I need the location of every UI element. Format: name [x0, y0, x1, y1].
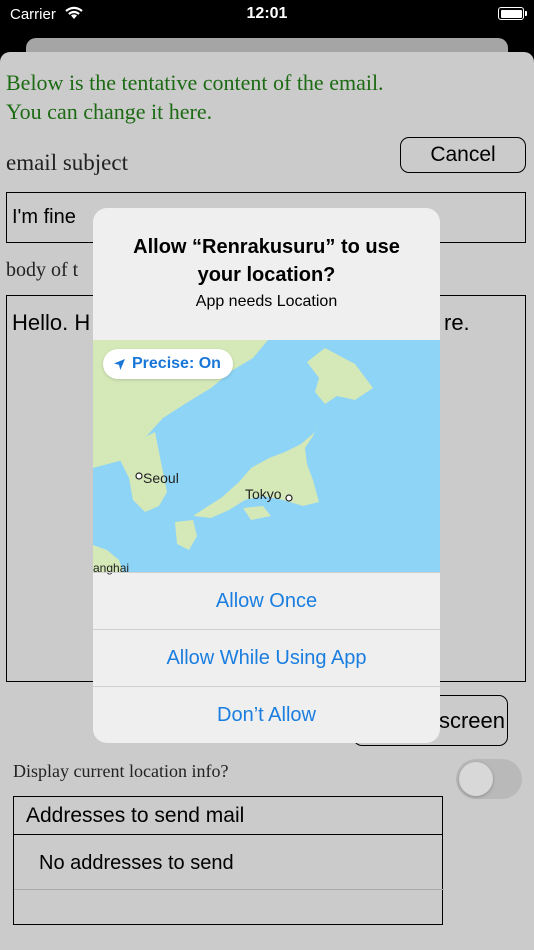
- body-label: body of t: [6, 259, 79, 281]
- allow-once-button[interactable]: Allow Once: [93, 572, 440, 629]
- map-label-seoul: Seoul: [143, 470, 179, 486]
- alert-title-line-2: your location?: [197, 264, 336, 286]
- intro-line-2: You can change it here.: [6, 99, 213, 124]
- addresses-header: Addresses to send mail: [14, 797, 442, 835]
- subject-label: email subject: [6, 150, 128, 175]
- dont-allow-button[interactable]: Don’t Allow: [93, 686, 440, 743]
- location-permission-alert: Allow “Renrakusuru” to use your location…: [93, 208, 440, 743]
- location-info-label: Display current location info?: [13, 761, 229, 781]
- toggle-knob: [459, 762, 493, 796]
- body-text-visible-start: Hello. H: [12, 310, 91, 335]
- precise-label: Precise: On: [132, 355, 221, 372]
- allow-while-using-app-button[interactable]: Allow While Using App: [93, 629, 440, 686]
- alert-title: Allow “Renrakusuru” to use your location…: [93, 233, 440, 289]
- intro-line-1: Below is the tentative content of the em…: [6, 70, 384, 95]
- alert-message: App needs Location: [195, 293, 338, 310]
- list-item[interactable]: No addresses to send: [14, 835, 444, 890]
- map-label-tokyo: Tokyo: [245, 486, 282, 502]
- location-arrow-icon: [114, 358, 125, 370]
- alert-title-line-1: Allow “Renrakusuru” to use: [133, 236, 400, 258]
- addresses-table: Addresses to send mail No addresses to s…: [13, 796, 444, 925]
- location-info-toggle[interactable]: [456, 759, 522, 799]
- intro-text: Below is the tentative content of the em…: [6, 68, 384, 126]
- cancel-button[interactable]: Cancel: [400, 137, 526, 173]
- battery-icon: [498, 7, 527, 20]
- clock: 12:01: [246, 5, 288, 22]
- body-text-visible-end: re.: [444, 310, 470, 335]
- precise-location-toggle[interactable]: Precise: On: [103, 349, 233, 379]
